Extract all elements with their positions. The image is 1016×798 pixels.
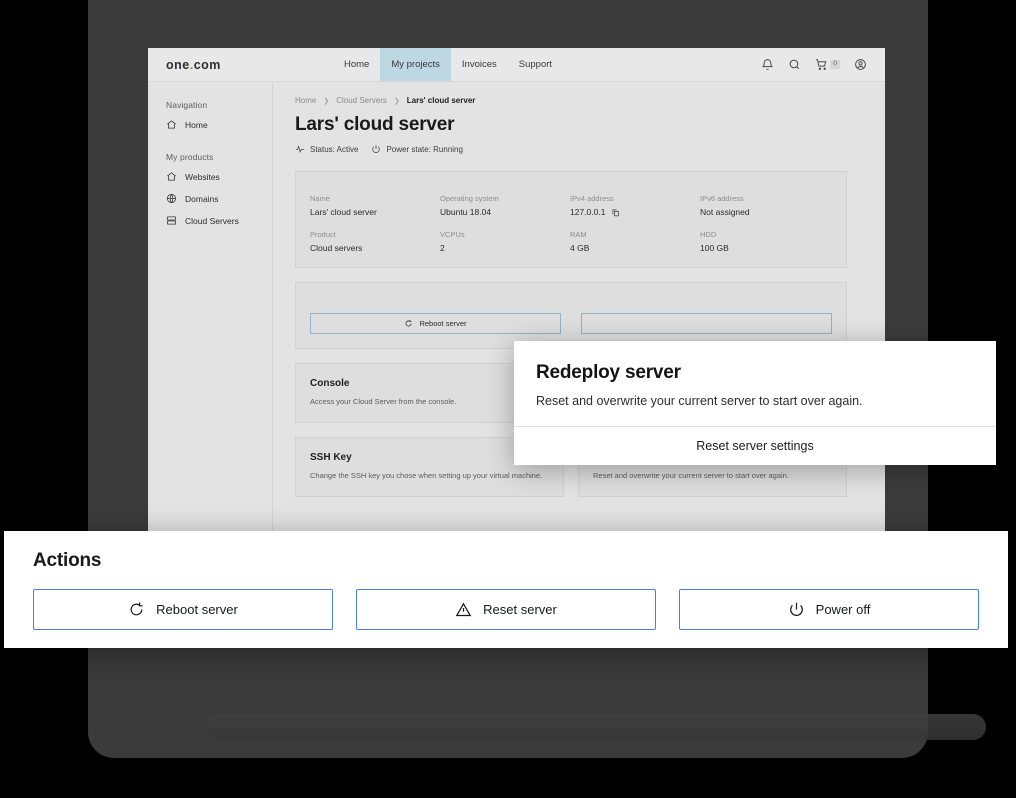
page-actions-row: Reboot server (310, 313, 832, 334)
info-label: IPv6 address (700, 194, 744, 203)
info-field-product: Product Cloud servers (310, 230, 440, 253)
redeploy-server-modal: Redeploy server Reset and overwrite your… (514, 341, 996, 465)
server-info-card: Name Lars' cloud server Operating system… (295, 171, 847, 268)
action-button-label: Reboot server (156, 602, 238, 617)
reboot-server-button[interactable]: Reboot server (33, 589, 333, 630)
info-label: Product (310, 230, 336, 239)
sidebar-heading-my-products: My products (166, 152, 214, 162)
breadcrumb: Home ❯ Cloud Servers ❯ Lars' cloud serve… (295, 96, 847, 105)
account-icon[interactable] (854, 58, 867, 71)
breadcrumb-item-cloud-servers[interactable]: Cloud Servers (336, 96, 387, 105)
sidebar-item-label: Domains (185, 193, 219, 204)
info-value: 2 (440, 243, 445, 253)
nav-item-my-projects[interactable]: My projects (380, 48, 451, 81)
pulse-icon (295, 145, 305, 154)
info-field-hdd: HDD 100 GB (700, 230, 830, 253)
info-field-ram: RAM 4 GB (570, 230, 700, 253)
search-icon[interactable] (788, 58, 801, 71)
sidebar-item-domains[interactable]: Domains (166, 193, 272, 204)
site-logo[interactable]: one. com (148, 48, 333, 81)
actions-panel-heading: Actions (33, 550, 102, 571)
sidebar-item-label: Cloud Servers (185, 215, 239, 226)
info-field-ipv6: IPv6 address Not assigned (700, 194, 830, 217)
breadcrumb-item-home[interactable]: Home (295, 96, 316, 105)
header-icon-group: 0 (761, 48, 885, 81)
reboot-icon (406, 319, 412, 327)
nav-item-invoices[interactable]: Invoices (451, 48, 508, 81)
power-icon (789, 602, 803, 616)
info-value: Ubuntu 18.04 (440, 207, 492, 217)
breadcrumb-item-current: Lars' cloud server (406, 96, 476, 105)
reset-server-settings-button[interactable]: Reset server settings (514, 426, 996, 465)
info-value: 4 GB (570, 243, 590, 253)
info-value: 127.0.0.1 (570, 207, 606, 217)
info-label: RAM (570, 230, 587, 239)
globe-icon (166, 193, 177, 204)
home-icon (167, 172, 176, 181)
top-navigation-bar: one. com Home My projects Invoices Suppor… (148, 48, 885, 82)
feature-description: Change the SSH key you chose when settin… (310, 471, 543, 480)
warning-triangle-icon (455, 602, 472, 617)
info-label: VCPUs (440, 230, 465, 239)
info-field-ipv4: IPv4 address 127.0.0.1 (570, 194, 700, 217)
server-info-grid: Name Lars' cloud server Operating system… (310, 194, 830, 253)
copy-icon[interactable] (611, 208, 620, 217)
info-value: Lars' cloud server (310, 207, 377, 217)
logo-text: one (166, 57, 190, 72)
info-field-name: Name Lars' cloud server (310, 194, 440, 217)
nav-item-home[interactable]: Home (333, 48, 380, 81)
main-nav: Home My projects Invoices Support (333, 48, 761, 81)
page-button-label: Reboot server (419, 319, 467, 328)
action-button-label: Power off (815, 602, 871, 617)
modal-title: Redeploy server (536, 362, 681, 383)
breadcrumb-separator: ❯ (393, 97, 400, 105)
info-value: Not assigned (700, 207, 750, 217)
server-icon (166, 216, 177, 225)
status-badge: Status: Active (295, 144, 358, 154)
info-value: Cloud servers (310, 243, 363, 253)
info-field-operating-system: Operating system Ubuntu 18.04 (440, 194, 570, 217)
info-label: Name (310, 194, 331, 203)
power-off-button[interactable]: Power off (679, 589, 979, 630)
actions-button-row: Reboot server Reset server Power off (4, 572, 1008, 630)
device-foot (206, 714, 986, 740)
sidebar-heading-navigation: Navigation (166, 100, 208, 110)
info-value-wrapper: 127.0.0.1 (570, 207, 700, 217)
nav-item-support[interactable]: Support (508, 48, 563, 81)
power-state-text: Power state: Running (386, 144, 463, 154)
feature-description: Reset and overwrite your current server … (593, 471, 789, 480)
page-reboot-server-button[interactable]: Reboot server (310, 313, 561, 334)
sidebar-item-home[interactable]: Home (166, 119, 272, 130)
status-text: Status: Active (310, 144, 359, 154)
cart-count-badge: 0 (830, 60, 840, 69)
actions-overlay-panel: Actions Reboot server Reset server Power… (4, 531, 1008, 648)
page-actions-card: Reboot server (295, 282, 847, 349)
logo-suffix: com (193, 57, 221, 72)
status-row: Status: Active Power state: Running (295, 144, 847, 154)
info-label: HDD (700, 230, 717, 239)
sidebar-item-label: Websites (185, 171, 220, 182)
reboot-icon (130, 602, 143, 616)
bell-icon[interactable] (761, 58, 774, 71)
breadcrumb-separator: ❯ (323, 97, 330, 105)
page-secondary-button[interactable] (581, 313, 832, 334)
info-value: 100 GB (700, 243, 729, 253)
home-icon (167, 120, 176, 129)
sidebar-item-cloud-servers[interactable]: Cloud Servers (166, 215, 272, 226)
action-button-label: Reset server (483, 602, 557, 617)
info-field-vcpus: VCPUs 2 (440, 230, 570, 253)
info-label: Operating system (440, 194, 499, 203)
modal-description: Reset and overwrite your current server … (536, 394, 863, 408)
cart-icon (815, 58, 828, 71)
page-title: Lars' cloud server (295, 114, 455, 135)
screenshot-stage: one. com Home My projects Invoices Suppor… (0, 0, 1016, 798)
power-state-badge: Power state: Running (371, 144, 463, 154)
cart-button[interactable]: 0 (815, 58, 840, 71)
power-icon (372, 145, 381, 153)
modal-body: Redeploy server Reset and overwrite your… (514, 341, 996, 426)
sidebar-item-label: Home (185, 119, 208, 130)
reset-server-button[interactable]: Reset server (356, 589, 656, 630)
info-label: IPv4 address (570, 194, 614, 203)
sidebar-item-websites[interactable]: Websites (166, 171, 272, 182)
